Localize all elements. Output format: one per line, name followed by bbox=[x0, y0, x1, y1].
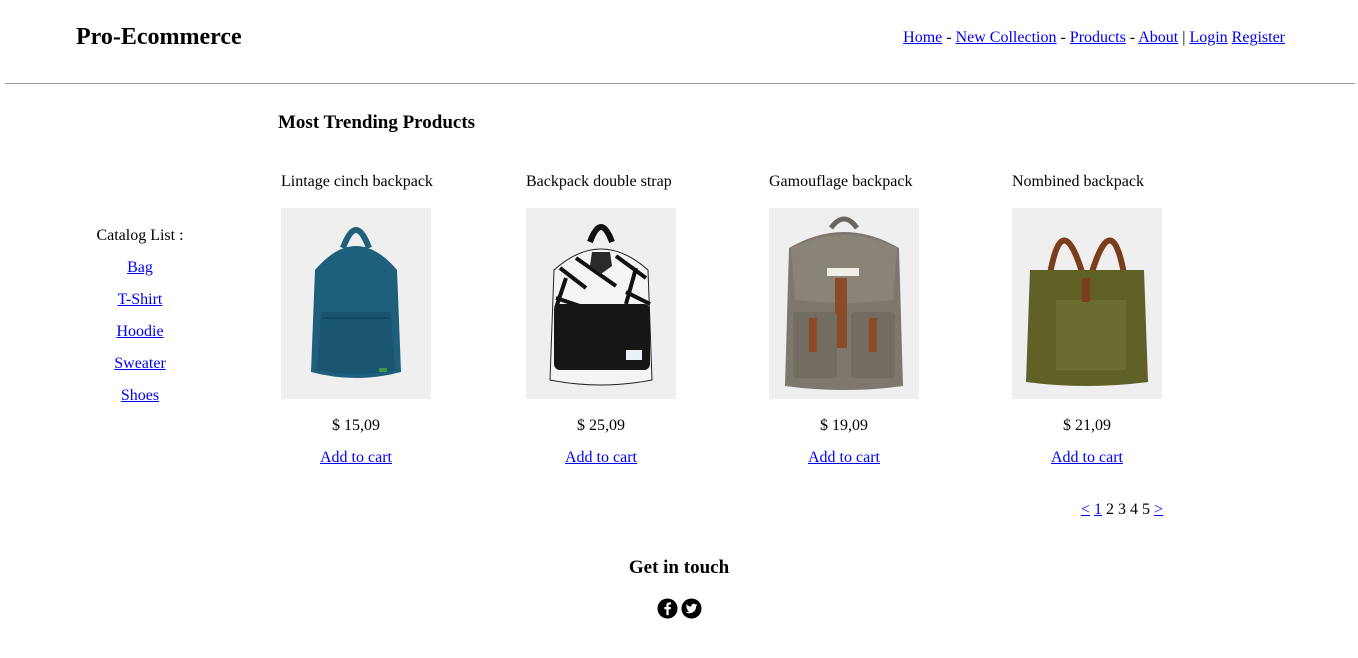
product-image[interactable] bbox=[281, 208, 431, 399]
add-to-cart-link[interactable]: Add to cart bbox=[808, 449, 880, 466]
facebook-icon[interactable] bbox=[657, 598, 678, 619]
header-divider bbox=[5, 83, 1355, 84]
product-card: Lintage cinch backpack $ 15,09 Add to ca… bbox=[281, 172, 461, 466]
catalog-item-hoodie[interactable]: Hoodie bbox=[80, 322, 200, 342]
nav-register-link[interactable]: Register bbox=[1232, 29, 1285, 46]
catalog-title: Catalog List : bbox=[96, 227, 184, 244]
nav-separator: - bbox=[946, 29, 952, 46]
pagination-page: 5 bbox=[1142, 501, 1151, 518]
catalog-item-shoes[interactable]: Shoes bbox=[80, 386, 200, 406]
product-card: Gamouflage backpack $ 19,09 Add to cart bbox=[769, 172, 949, 466]
pagination-page: 3 bbox=[1118, 501, 1127, 518]
tote-bag-image bbox=[1012, 208, 1162, 399]
product-name: Backpack double strap bbox=[526, 173, 672, 190]
pagination-page-link[interactable]: 1 bbox=[1094, 501, 1102, 518]
product-card: Nombined backpack $ 21,09 Add to cart bbox=[1012, 172, 1192, 466]
pagination-page: 4 bbox=[1130, 501, 1139, 518]
catalog-item-tshirt[interactable]: T-Shirt bbox=[80, 290, 200, 310]
catalog-list: Catalog List : Bag T-Shirt Hoodie Sweate… bbox=[80, 226, 200, 418]
product-price: $ 19,09 bbox=[820, 417, 868, 434]
backpack-image bbox=[769, 208, 919, 399]
product-price: $ 25,09 bbox=[577, 417, 625, 434]
backpack-image bbox=[526, 208, 676, 399]
nav-home-link[interactable]: Home bbox=[903, 29, 942, 46]
add-to-cart-link[interactable]: Add to cart bbox=[565, 449, 637, 466]
pagination-page: 2 bbox=[1106, 501, 1115, 518]
nav-products-link[interactable]: Products bbox=[1070, 29, 1126, 46]
twitter-icon[interactable] bbox=[681, 598, 702, 619]
nav-separator: - bbox=[1129, 29, 1136, 46]
product-image[interactable] bbox=[769, 208, 919, 399]
social-links bbox=[657, 598, 703, 620]
product-name: Gamouflage backpack bbox=[769, 173, 913, 190]
product-image[interactable] bbox=[1012, 208, 1162, 399]
nav-separator: - bbox=[1060, 29, 1066, 46]
product-card: Backpack double strap $ 25,09 Add to car… bbox=[526, 172, 706, 466]
section-title: Most Trending Products bbox=[278, 112, 476, 133]
product-price: $ 15,09 bbox=[332, 417, 380, 434]
product-price: $ 21,09 bbox=[1063, 417, 1111, 434]
backpack-image bbox=[281, 208, 431, 399]
nav-new-collection-link[interactable]: New Collection bbox=[956, 29, 1057, 46]
catalog-item-bag[interactable]: Bag bbox=[80, 258, 200, 278]
product-image[interactable] bbox=[526, 208, 676, 399]
pagination-next-link[interactable]: > bbox=[1154, 501, 1163, 518]
add-to-cart-link[interactable]: Add to cart bbox=[320, 449, 392, 466]
pagination: < 1 2 3 4 5 > bbox=[1081, 500, 1163, 520]
nav-about-link[interactable]: About bbox=[1138, 29, 1178, 46]
site-logo: Pro-Ecommerce bbox=[76, 24, 242, 50]
nav-login-link[interactable]: Login bbox=[1189, 29, 1227, 46]
pagination-prev-link[interactable]: < bbox=[1081, 501, 1090, 518]
nav-separator: | bbox=[1182, 29, 1186, 46]
product-name: Lintage cinch backpack bbox=[281, 173, 433, 190]
product-name: Nombined backpack bbox=[1012, 173, 1144, 190]
top-navigation: Home - New Collection - Products - About… bbox=[903, 28, 1285, 48]
get-in-touch-title: Get in touch bbox=[628, 557, 730, 578]
catalog-item-sweater[interactable]: Sweater bbox=[80, 354, 200, 374]
add-to-cart-link[interactable]: Add to cart bbox=[1051, 449, 1123, 466]
